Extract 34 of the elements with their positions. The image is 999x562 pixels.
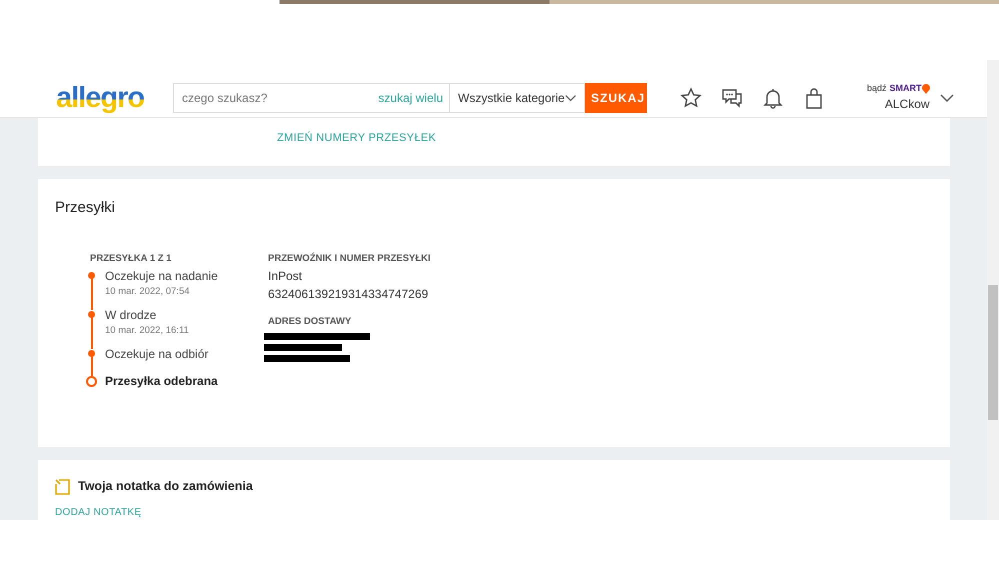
change-numbers-link[interactable]: ZMIEŃ NUMERY PRZESYŁEK <box>277 132 436 144</box>
section-title: Przesyłki <box>55 198 116 218</box>
step-label: Oczekuje na nadanie <box>105 268 219 284</box>
timeline-line <box>91 278 93 310</box>
step-label: Przesyłka odebrana <box>105 372 219 390</box>
timeline-line <box>91 316 93 348</box>
add-note-link[interactable]: DODAJ NOTATKĘ <box>55 505 142 520</box>
scrollbar-thumb[interactable] <box>988 285 998 420</box>
note-icon <box>55 478 70 495</box>
carrier-name: InPost <box>268 268 304 284</box>
step-label: W drodze <box>105 306 158 324</box>
note-title: Twoja notatka do zamówienia <box>78 478 253 496</box>
search-field[interactable]: czego szukasz? szukaj wielu <box>173 82 450 112</box>
step-label: Oczekuje na odbiór <box>105 346 210 362</box>
timeline-line <box>91 356 93 376</box>
chevron-down-icon[interactable] <box>940 94 954 102</box>
search-multiple-link[interactable]: szukaj wielu <box>378 88 443 106</box>
badge-icon <box>922 84 930 94</box>
smart-label: SMART <box>890 82 922 95</box>
star-icon[interactable] <box>680 86 702 108</box>
chevron-down-icon <box>564 94 576 102</box>
chat-icon[interactable] <box>721 86 743 108</box>
carrier-heading: PRZEWOŹNIK I NUMER PRZESYŁKI <box>268 252 431 266</box>
bell-icon[interactable] <box>762 86 784 108</box>
step-time: 10 mar. 2022, 16:11 <box>105 324 190 338</box>
address-heading: ADRES DOSTAWY <box>268 314 352 328</box>
shipment-counter: PRZESYŁKA 1 Z 1 <box>90 252 172 266</box>
search-button[interactable]: SZUKAJ <box>585 82 647 112</box>
category-dropdown[interactable]: Wszystkie kategorie <box>450 82 585 112</box>
step-time: 10 mar. 2022, 07:54 <box>105 284 191 298</box>
smart-prefix: bądź <box>867 82 887 95</box>
scrollbar[interactable] <box>987 60 999 520</box>
tracking-number: 632406139219314334747269 <box>268 286 430 302</box>
user-name[interactable]: ALCkow <box>884 95 930 114</box>
